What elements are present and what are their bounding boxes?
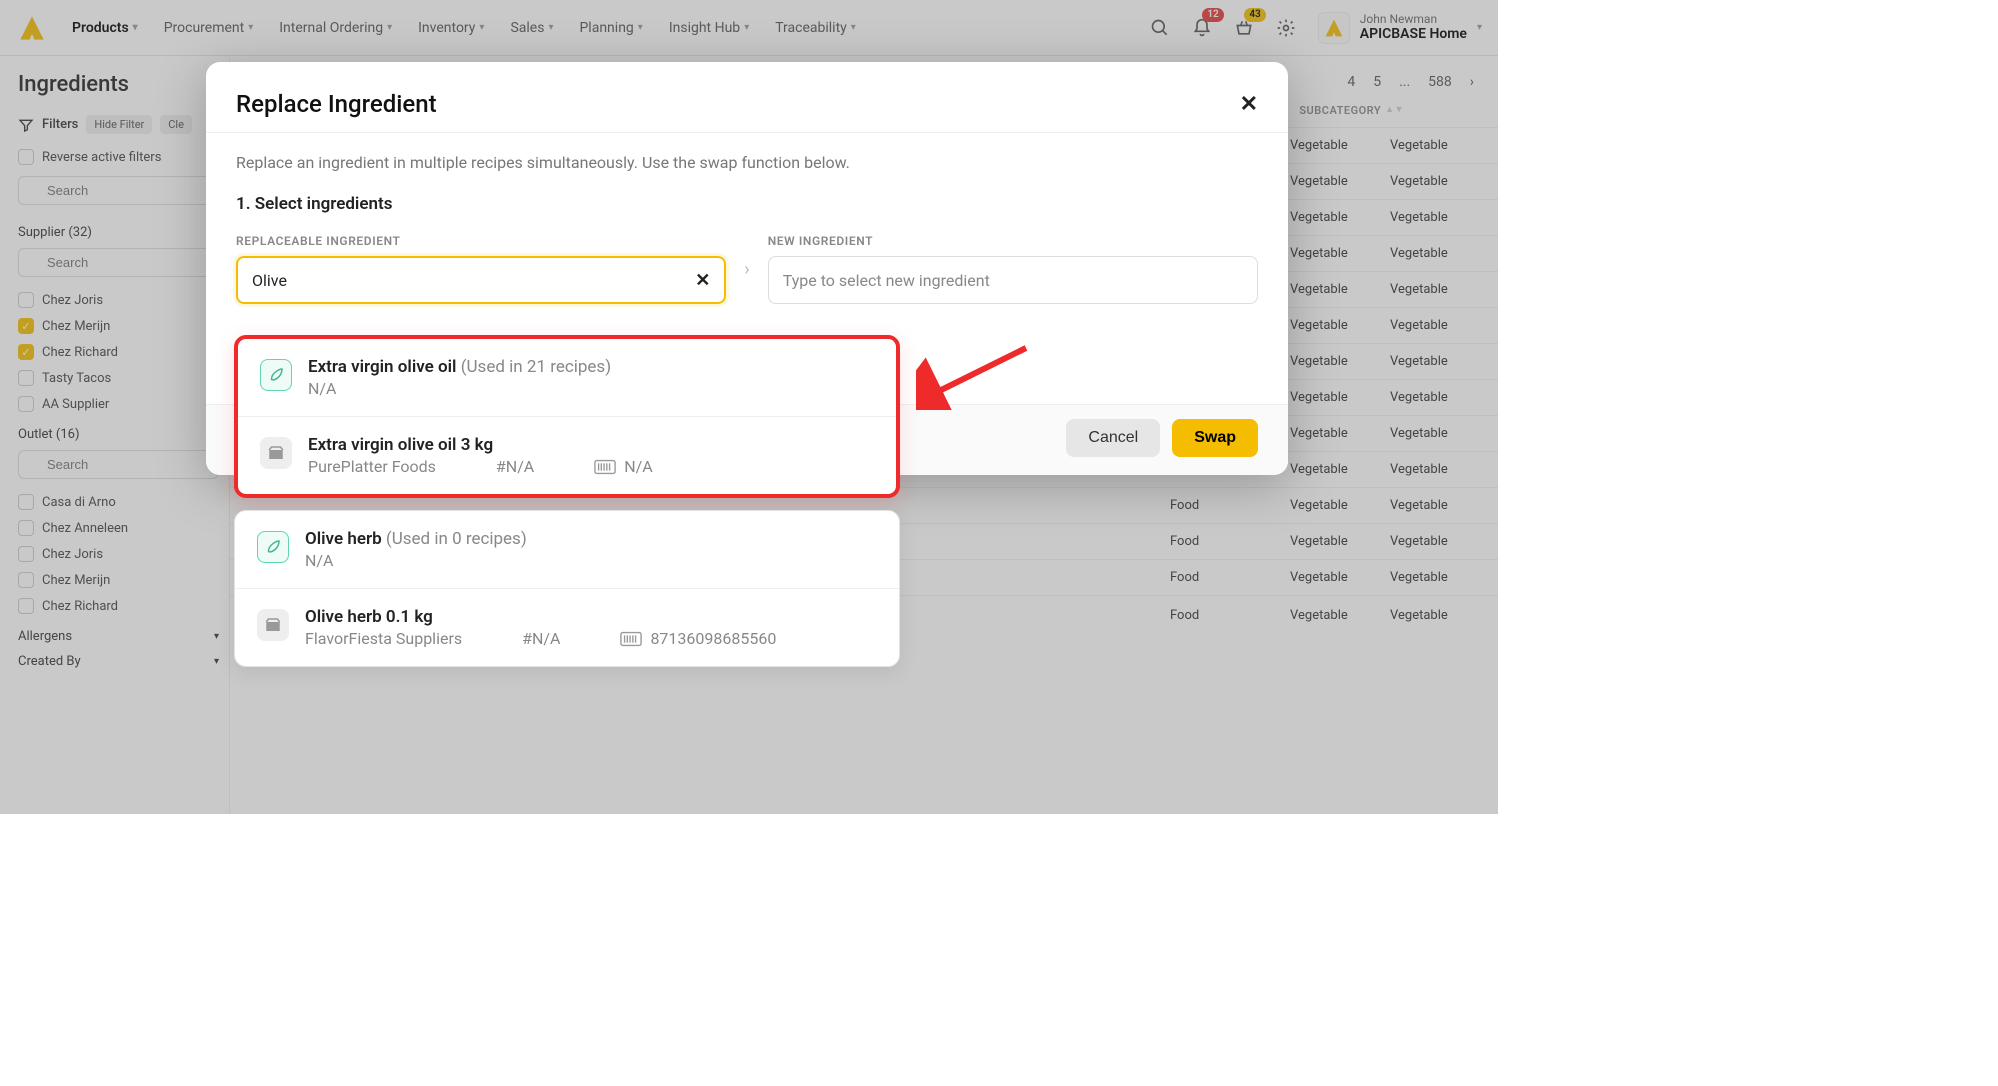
dropdown-card-highlighted: Extra virgin olive oil (Used in 21 recip… bbox=[234, 335, 900, 498]
replaceable-input[interactable]: Olive ✕ bbox=[236, 256, 726, 304]
dropdown-item-package[interactable]: Extra virgin olive oil 3 kg PurePlatter … bbox=[238, 416, 896, 494]
dropdown-item-ingredient[interactable]: Extra virgin olive oil (Used in 21 recip… bbox=[238, 339, 896, 416]
ingredient-dropdown: Extra virgin olive oil (Used in 21 recip… bbox=[234, 335, 900, 679]
modal-description: Replace an ingredient in multiple recipe… bbox=[236, 153, 1258, 172]
clear-icon[interactable]: ✕ bbox=[695, 270, 710, 291]
leaf-icon bbox=[257, 531, 289, 563]
step-title: 1. Select ingredients bbox=[236, 194, 1258, 214]
new-ingredient-input[interactable]: Type to select new ingredient bbox=[768, 256, 1258, 304]
box-icon bbox=[260, 437, 292, 469]
leaf-icon bbox=[260, 359, 292, 391]
modal-title: Replace Ingredient bbox=[236, 90, 437, 118]
swap-button[interactable]: Swap bbox=[1172, 419, 1258, 457]
arrow-right-icon: › bbox=[744, 259, 749, 280]
barcode-icon bbox=[594, 459, 616, 475]
cancel-button[interactable]: Cancel bbox=[1066, 419, 1160, 457]
dropdown-item-package[interactable]: Olive herb 0.1 kg FlavorFiesta Suppliers… bbox=[235, 588, 899, 666]
barcode-icon bbox=[620, 631, 642, 647]
close-icon[interactable]: ✕ bbox=[1240, 92, 1258, 117]
box-icon bbox=[257, 609, 289, 641]
dropdown-item-ingredient[interactable]: Olive herb (Used in 0 recipes) N/A bbox=[235, 511, 899, 588]
new-ingredient-label: NEW INGREDIENT bbox=[768, 234, 1258, 248]
replaceable-label: REPLACEABLE INGREDIENT bbox=[236, 234, 726, 248]
dropdown-card: Olive herb (Used in 0 recipes) N/A Olive… bbox=[234, 510, 900, 667]
